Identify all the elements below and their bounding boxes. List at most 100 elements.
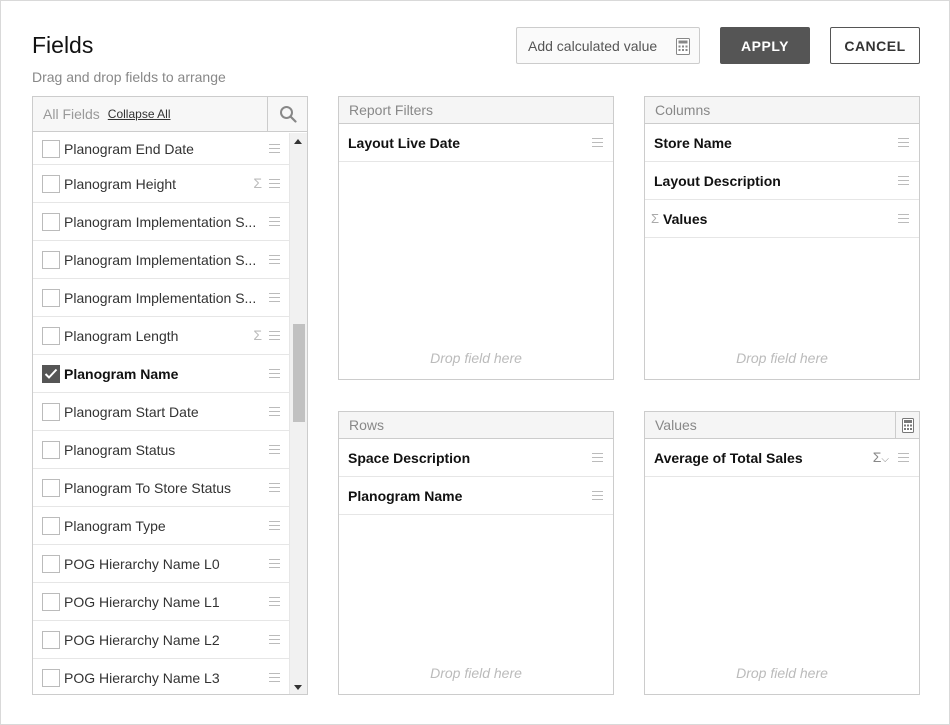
field-list-item[interactable]: Planogram Implementation S...	[33, 203, 290, 241]
field-list-item[interactable]: Planogram Name	[33, 355, 290, 393]
report-filter-item[interactable]: Layout Live Date	[339, 124, 613, 162]
field-list-item[interactable]: Planogram Status	[33, 431, 290, 469]
scroll-thumb[interactable]	[293, 324, 305, 422]
checkbox[interactable]	[42, 288, 60, 307]
drag-handle-icon[interactable]	[269, 330, 280, 340]
row-item[interactable]: Space Description	[339, 439, 613, 477]
page-subtitle: Drag and drop fields to arrange	[32, 69, 226, 85]
checkbox[interactable]	[42, 668, 60, 687]
drag-handle-icon[interactable]	[592, 452, 603, 462]
checkbox[interactable]	[42, 592, 60, 611]
field-list-item[interactable]: Planogram Implementation S...	[33, 279, 290, 317]
checkbox[interactable]	[42, 174, 60, 193]
field-list-item[interactable]: Planogram Height Σ	[33, 165, 290, 203]
drag-handle-icon[interactable]	[898, 175, 909, 185]
field-label: POG Hierarchy Name L0	[64, 555, 220, 572]
value-item[interactable]: Average of Total Sales Σ⌵	[645, 439, 919, 477]
values-zone[interactable]: Values Average of Total Sales Σ⌵ Drop fi…	[644, 411, 920, 695]
field-list-item[interactable]: Planogram End Date	[33, 133, 290, 165]
field-list-item[interactable]: POG Hierarchy Name L3	[33, 659, 290, 694]
drag-handle-icon[interactable]	[269, 254, 280, 264]
values-calculator-button[interactable]	[895, 412, 919, 438]
drag-handle-icon[interactable]	[269, 406, 280, 416]
field-list-item[interactable]: Planogram Length Σ	[33, 317, 290, 355]
checkbox[interactable]	[42, 402, 60, 421]
field-label: Planogram Type	[64, 517, 166, 534]
search-button[interactable]	[267, 97, 307, 131]
scroll-down-arrow-icon[interactable]	[294, 685, 302, 690]
field-label: Planogram To Store Status	[64, 479, 232, 496]
field-label: Planogram Start Date	[64, 403, 199, 420]
report-filters-zone[interactable]: Report Filters Layout Live Date Drop fie…	[338, 96, 614, 380]
drag-handle-icon[interactable]	[269, 596, 280, 606]
checkbox[interactable]	[42, 440, 60, 459]
field-label: Planogram Length	[64, 327, 179, 344]
column-item[interactable]: Σ Values	[645, 200, 919, 238]
checkbox[interactable]	[42, 139, 60, 158]
columns-zone[interactable]: Columns Store Name Layout Description Σ …	[644, 96, 920, 380]
values-drop-hint: Drop field here	[736, 665, 828, 681]
field-label: Planogram Implementation S...	[64, 251, 257, 268]
chevron-down-icon: ⌵	[881, 453, 889, 465]
checkbox[interactable]	[42, 212, 60, 231]
checkbox-checked[interactable]	[42, 364, 60, 383]
calculator-icon	[676, 38, 690, 55]
field-label: Planogram Status	[64, 441, 176, 458]
report-filters-drop-hint: Drop field here	[430, 350, 522, 366]
field-list-item[interactable]: Planogram To Store Status	[33, 469, 290, 507]
checkbox[interactable]	[42, 516, 60, 535]
sigma-icon: Σ	[253, 326, 262, 343]
rows-drop-hint: Drop field here	[430, 665, 522, 681]
drag-handle-icon[interactable]	[269, 672, 280, 682]
drag-handle-icon[interactable]	[592, 490, 603, 500]
field-label: POG Hierarchy Name L3	[64, 669, 220, 686]
columns-header: Columns	[645, 97, 919, 124]
checkbox[interactable]	[42, 478, 60, 497]
values-header: Values	[645, 412, 919, 439]
checkbox[interactable]	[42, 250, 60, 269]
checkbox[interactable]	[42, 554, 60, 573]
values-header-label: Values	[655, 417, 697, 433]
drag-handle-icon[interactable]	[269, 634, 280, 644]
drag-handle-icon[interactable]	[269, 143, 280, 153]
columns-drop-hint: Drop field here	[736, 350, 828, 366]
column-item[interactable]: Store Name	[645, 124, 919, 162]
all-fields-label: All Fields	[43, 106, 100, 122]
drag-handle-icon[interactable]	[269, 178, 280, 188]
field-list-item[interactable]: POG Hierarchy Name L0	[33, 545, 290, 583]
drag-handle-icon[interactable]	[592, 137, 603, 147]
checkbox[interactable]	[42, 630, 60, 649]
cancel-button[interactable]: CANCEL	[830, 27, 920, 64]
field-label: Planogram Height	[64, 175, 177, 192]
field-list-item[interactable]: POG Hierarchy Name L2	[33, 621, 290, 659]
field-list-scrollbar[interactable]	[289, 133, 307, 694]
drag-handle-icon[interactable]	[269, 482, 280, 492]
drag-handle-icon[interactable]	[898, 137, 909, 147]
add-calculated-value-button[interactable]: Add calculated value	[516, 27, 700, 64]
all-fields-panel: All Fields Collapse All Planogram End Da…	[32, 96, 308, 695]
column-item-label: Store Name	[654, 134, 732, 151]
drag-handle-icon[interactable]	[269, 444, 280, 454]
field-list-item[interactable]: Planogram Implementation S...	[33, 241, 290, 279]
checkbox[interactable]	[42, 326, 60, 345]
field-label: Planogram Implementation S...	[64, 289, 257, 306]
collapse-all-link[interactable]: Collapse All	[108, 107, 171, 121]
add-calculated-value-label: Add calculated value	[528, 37, 658, 54]
row-item[interactable]: Planogram Name	[339, 477, 613, 515]
drag-handle-icon[interactable]	[269, 558, 280, 568]
field-list-item[interactable]: Planogram Start Date	[33, 393, 290, 431]
rows-zone[interactable]: Rows Space Description Planogram Name Dr…	[338, 411, 614, 695]
field-list-item[interactable]: Planogram Type	[33, 507, 290, 545]
drag-handle-icon[interactable]	[269, 292, 280, 302]
drag-handle-icon[interactable]	[269, 368, 280, 378]
apply-button[interactable]: APPLY	[720, 27, 810, 64]
page-title: Fields	[32, 32, 94, 58]
drag-handle-icon[interactable]	[269, 520, 280, 530]
scroll-up-arrow-icon[interactable]	[294, 139, 302, 144]
drag-handle-icon[interactable]	[898, 213, 909, 223]
drag-handle-icon[interactable]	[269, 216, 280, 226]
column-item[interactable]: Layout Description	[645, 162, 919, 200]
aggregation-dropdown[interactable]: Σ⌵	[873, 449, 889, 465]
drag-handle-icon[interactable]	[898, 452, 909, 462]
field-list-item[interactable]: POG Hierarchy Name L1	[33, 583, 290, 621]
